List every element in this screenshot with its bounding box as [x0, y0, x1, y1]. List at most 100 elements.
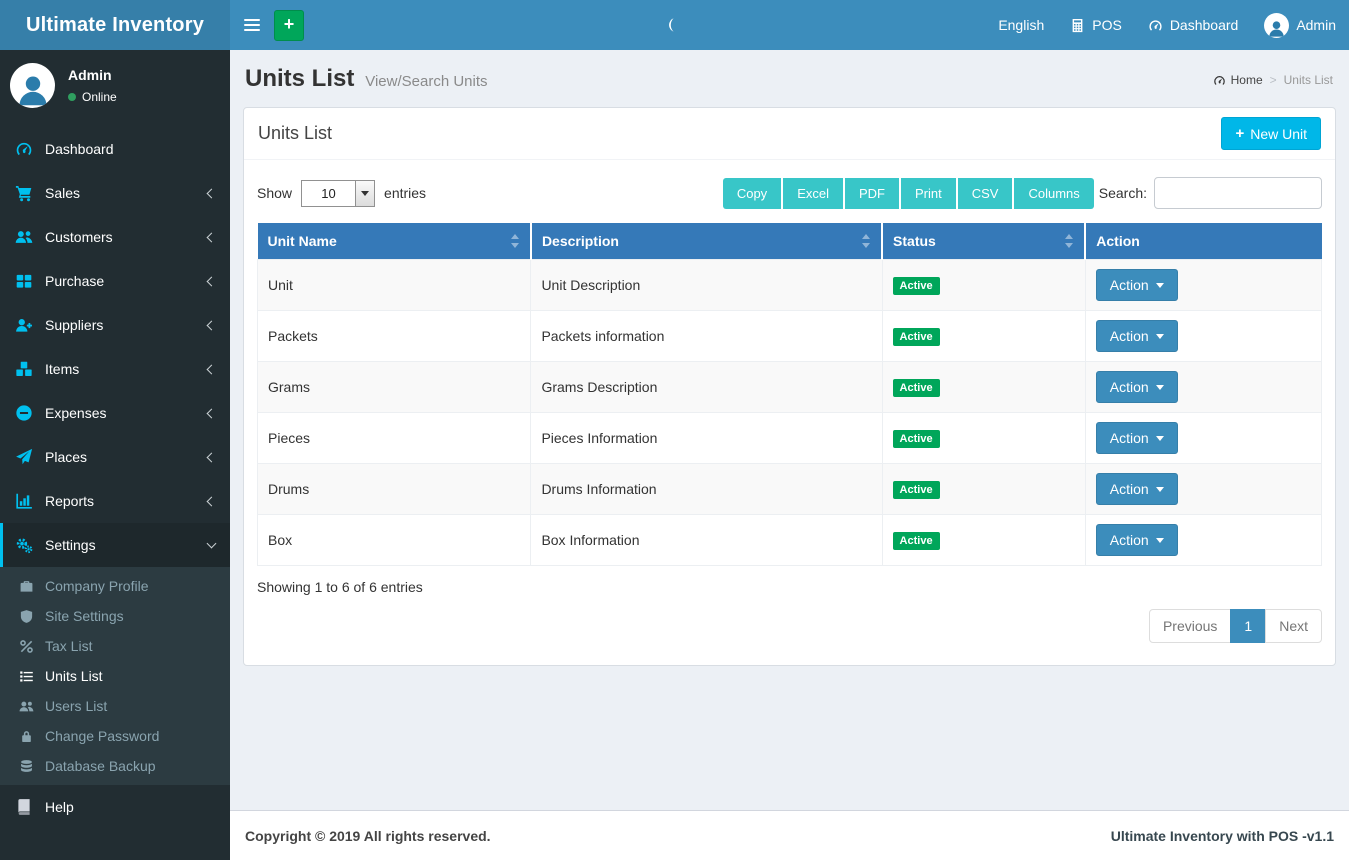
brand-logo[interactable]: Ultimate Inventory — [0, 0, 230, 50]
action-dropdown-button[interactable]: Action — [1096, 320, 1178, 352]
unit-name-cell: Grams — [258, 362, 531, 413]
avatar — [10, 63, 55, 108]
sidebar-item-expenses[interactable]: Expenses — [0, 391, 230, 435]
navbar-main: + English POS Dashboard Admin — [230, 0, 1349, 50]
sidebar-item-users-list[interactable]: Users List — [0, 691, 230, 721]
action-dropdown-button[interactable]: Action — [1096, 371, 1178, 403]
plus-icon: + — [1235, 125, 1244, 142]
csv-button[interactable]: CSV — [958, 178, 1015, 209]
sidebar-item-suppliers[interactable]: Suppliers — [0, 303, 230, 347]
sidebar-user-status[interactable]: Online — [68, 90, 117, 104]
bar-chart-icon — [15, 492, 33, 510]
sidebar-item-sales[interactable]: Sales — [0, 171, 230, 215]
action-dropdown-button[interactable]: Action — [1096, 269, 1178, 301]
quick-add-button[interactable]: + — [274, 10, 304, 41]
caret-down-icon — [1156, 385, 1164, 394]
sidebar-item-customers[interactable]: Customers — [0, 215, 230, 259]
pagination: Previous 1 Next — [1149, 609, 1322, 643]
sidebar-item-company-profile[interactable]: Company Profile — [0, 571, 230, 601]
sidebar-item-change-password[interactable]: Change Password — [0, 721, 230, 751]
grid-icon — [15, 272, 33, 290]
nav-pos[interactable]: POS — [1057, 0, 1135, 50]
next-page-button[interactable]: Next — [1265, 609, 1322, 643]
entries-label: entries — [384, 185, 426, 201]
database-icon — [19, 759, 34, 774]
page-1-button[interactable]: 1 — [1230, 609, 1266, 643]
sort-icon[interactable] — [511, 234, 520, 248]
action-dropdown-button[interactable]: Action — [1096, 473, 1178, 505]
sidebar-item-site-settings[interactable]: Site Settings — [0, 601, 230, 631]
sidebar-item-database-backup[interactable]: Database Backup — [0, 751, 230, 781]
nav-user-menu[interactable]: Admin — [1251, 0, 1349, 50]
minus-circle-icon — [15, 404, 33, 422]
panel-body: Show 10 entries Copy Excel PDF Print — [244, 160, 1335, 665]
user-avatar-icon — [15, 72, 51, 108]
users-icon — [19, 699, 34, 714]
nav-dashboard[interactable]: Dashboard — [1135, 0, 1252, 50]
table-controls: Show 10 entries Copy Excel PDF Print — [257, 177, 1322, 209]
excel-button[interactable]: Excel — [783, 178, 845, 209]
table-row: Packets Packets information Active Actio… — [258, 311, 1322, 362]
avatar — [1264, 13, 1289, 38]
search-label: Search: — [1099, 185, 1147, 201]
table-row: Grams Grams Description Active Action — [258, 362, 1322, 413]
home-dashboard-icon — [1213, 74, 1226, 87]
sidebar-toggle-button[interactable] — [230, 0, 274, 50]
briefcase-icon — [19, 579, 34, 594]
chevron-left-icon — [207, 232, 217, 242]
chevron-left-icon — [207, 364, 217, 374]
sidebar-item-dashboard[interactable]: Dashboard — [0, 127, 230, 171]
sidebar-item-places[interactable]: Places — [0, 435, 230, 479]
sort-icon[interactable] — [862, 234, 871, 248]
page-title: Units List — [245, 65, 354, 92]
column-header-description[interactable]: Description — [531, 223, 882, 260]
description-cell: Box Information — [531, 515, 882, 566]
list-icon — [19, 669, 34, 684]
caret-down-icon — [1156, 487, 1164, 496]
description-cell: Drums Information — [531, 464, 882, 515]
sidebar-item-settings[interactable]: Settings — [0, 523, 230, 567]
select-arrow-icon — [355, 181, 374, 206]
description-cell: Unit Description — [531, 260, 882, 311]
sidebar-item-help[interactable]: Help — [0, 785, 230, 829]
sidebar-user-name: Admin — [68, 67, 117, 83]
column-header-status[interactable]: Status — [882, 223, 1085, 260]
chevron-left-icon — [207, 408, 217, 418]
breadcrumb: Home > Units List — [1213, 73, 1333, 87]
nav-language[interactable]: English — [985, 0, 1057, 50]
status-badge: Active — [893, 430, 940, 448]
unit-name-cell: Unit — [258, 260, 531, 311]
status-badge: Active — [893, 328, 940, 346]
new-unit-button[interactable]: + New Unit — [1221, 117, 1321, 150]
status-badge: Active — [893, 379, 940, 397]
columns-button[interactable]: Columns — [1014, 178, 1093, 209]
pdf-button[interactable]: PDF — [845, 178, 901, 209]
chevron-down-icon — [207, 539, 217, 549]
breadcrumb-home-link[interactable]: Home — [1213, 73, 1263, 87]
sidebar-item-purchase[interactable]: Purchase — [0, 259, 230, 303]
chevron-left-icon — [207, 276, 217, 286]
entries-per-page-select[interactable]: 10 — [301, 180, 375, 207]
sidebar-item-items[interactable]: Items — [0, 347, 230, 391]
search-input[interactable] — [1154, 177, 1322, 209]
sort-icon[interactable] — [1065, 234, 1074, 248]
print-button[interactable]: Print — [901, 178, 958, 209]
column-header-action: Action — [1085, 223, 1321, 260]
copy-button[interactable]: Copy — [723, 178, 783, 209]
description-cell: Grams Description — [531, 362, 882, 413]
right-controls: Copy Excel PDF Print CSV Columns Search: — [723, 177, 1322, 209]
top-navbar: Ultimate Inventory + English POS Dashboa… — [0, 0, 1349, 50]
footer: Copyright © 2019 All rights reserved. Ul… — [230, 810, 1349, 860]
column-header-unit-name[interactable]: Unit Name — [258, 223, 531, 260]
show-label: Show — [257, 185, 292, 201]
sidebar-item-units-list[interactable]: Units List — [0, 661, 230, 691]
caret-down-icon — [1156, 283, 1164, 292]
previous-page-button[interactable]: Previous — [1149, 609, 1231, 643]
panel-header: Units List + New Unit — [244, 108, 1335, 160]
crescent-icon — [663, 17, 679, 33]
action-dropdown-button[interactable]: Action — [1096, 524, 1178, 556]
action-dropdown-button[interactable]: Action — [1096, 422, 1178, 454]
sidebar-item-reports[interactable]: Reports — [0, 479, 230, 523]
sidebar-item-tax-list[interactable]: Tax List — [0, 631, 230, 661]
description-cell: Pieces Information — [531, 413, 882, 464]
